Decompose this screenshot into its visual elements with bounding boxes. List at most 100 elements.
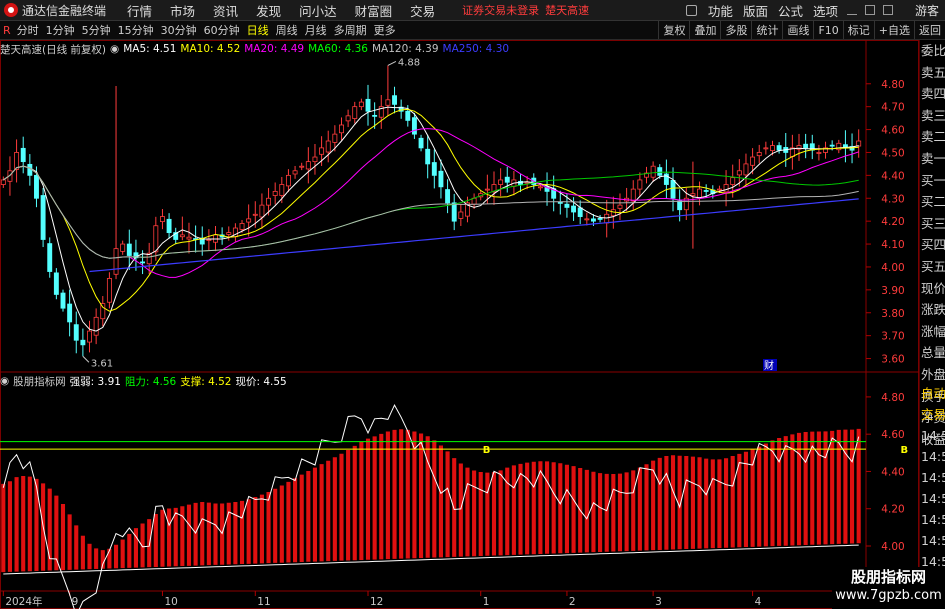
sidebar-item-0[interactable]: 委比: [920, 40, 945, 62]
tool-button-6[interactable]: 标记: [842, 21, 874, 39]
x-tick-label-0: 2024年: [5, 595, 42, 608]
menu-right-item-3[interactable]: 选项: [813, 1, 838, 20]
period-tab-7[interactable]: 周线: [276, 22, 298, 38]
period-toolbar: R 分时 1分钟 5分钟 15分钟 30分钟 60分钟 日线 周线 月线 多周期 更多 复权 叠加 多股…: [0, 21, 945, 40]
sidebar-item-13[interactable]: 涨幅: [920, 321, 945, 343]
sidebar-item-4[interactable]: 卖二: [920, 126, 945, 148]
tool-button-7[interactable]: +自选: [873, 21, 914, 39]
candle-body-84: [557, 201, 563, 204]
sidebar-item-1[interactable]: 卖五: [920, 62, 945, 84]
candle-body-81: [537, 186, 543, 189]
sidebar-item-12[interactable]: 涨跌: [920, 299, 945, 321]
menu-right-item-1[interactable]: 版面: [743, 1, 768, 20]
restore-marker[interactable]: R: [3, 24, 11, 37]
tool-button-5[interactable]: F10: [813, 21, 842, 39]
ma-label-0: MA5: 4.51: [123, 43, 177, 55]
candle-body-123: [816, 152, 822, 154]
sidebar-item-5[interactable]: 卖一: [920, 148, 945, 170]
sidebar-item-8[interactable]: 买三: [920, 213, 945, 235]
menu-right-item-2[interactable]: 公式: [778, 1, 803, 20]
candle-body-115: [763, 147, 769, 150]
low-label: 3.61: [91, 358, 113, 369]
candle-body-63: [418, 137, 424, 149]
sidebar2-item-0[interactable]: 自动: [920, 383, 945, 404]
sidebar-item-10[interactable]: 买五: [920, 256, 945, 278]
guest-label[interactable]: 游客: [915, 2, 939, 19]
period-tab-4[interactable]: 30分钟: [161, 22, 197, 38]
sidebar2-item-2[interactable]: 14:56: [920, 425, 945, 446]
ma-line-250: [89, 198, 859, 273]
sub-tick-label-2: 4.40: [881, 466, 904, 478]
indicator-dropdown-icon[interactable]: ◉: [0, 375, 9, 387]
tool-button-8[interactable]: 返回: [914, 21, 945, 39]
main-tick-label-3: 3.90: [881, 285, 904, 297]
sidebar-item-7[interactable]: 买二: [920, 191, 945, 213]
stock-name-red: 楚天高速: [545, 4, 590, 17]
candle-body-58: [385, 99, 391, 106]
sidebar-item-3[interactable]: 卖三: [920, 105, 945, 127]
candle-body-28: [186, 236, 192, 240]
period-tab-3[interactable]: 15分钟: [118, 22, 154, 38]
period-tab-10[interactable]: 更多: [374, 22, 396, 38]
sidebar-item-9[interactable]: 买四: [920, 234, 945, 256]
candle-body-3: [20, 147, 26, 163]
sidebar-item-6[interactable]: 买一: [920, 170, 945, 192]
menu-item-5[interactable]: 财富圈: [355, 1, 393, 20]
settings-icon[interactable]: ◉: [110, 43, 119, 55]
sub-tick-label-0: 4.00: [881, 541, 904, 553]
tool-button-4[interactable]: 画线: [782, 21, 813, 39]
login-warning[interactable]: 证券交易未登录: [462, 2, 539, 18]
menu-right-item-0[interactable]: 功能: [708, 1, 733, 20]
period-tab-2[interactable]: 5分钟: [82, 22, 111, 38]
main-tick-label-0: 3.60: [881, 354, 904, 366]
menu-item-2[interactable]: 资讯: [213, 1, 238, 20]
candle-body-104: [690, 193, 696, 196]
candle-body-88: [584, 218, 590, 221]
main-tick-label-4: 4.00: [881, 262, 904, 274]
period-tab-1[interactable]: 1分钟: [46, 22, 75, 38]
tool-button-0[interactable]: 复权: [658, 21, 689, 39]
candle-body-19: [126, 243, 132, 256]
close-icon[interactable]: [882, 5, 893, 15]
candle-body-66: [438, 170, 444, 188]
sidebar-item-2[interactable]: 卖四: [920, 83, 945, 105]
ma-line-5: [3, 106, 859, 332]
candle-body-69: [458, 211, 464, 219]
candle-body-109: [723, 184, 729, 193]
app-title: 通达信金融终端: [22, 3, 107, 18]
menu-item-4[interactable]: 问小达: [299, 1, 337, 20]
period-tab-8[interactable]: 月线: [305, 22, 327, 38]
sidebar-item-14[interactable]: 总量: [920, 342, 945, 364]
menu-item-1[interactable]: 市场: [170, 1, 195, 20]
tool-button-2[interactable]: 多股: [720, 21, 751, 39]
sidebar2-item-6[interactable]: 14:56: [920, 509, 945, 530]
main-tick-label-8: 4.40: [881, 170, 904, 182]
menu-item-3[interactable]: 发现: [256, 1, 281, 20]
sidebar2-item-1[interactable]: 交易: [920, 404, 945, 425]
ma-label-5: MA250: 4.30: [442, 43, 510, 55]
kline-chart[interactable]: 3.60 3.70 3.80 3.90 4.00 4.10 4.20 4.30 4.40 4.50…: [0, 40, 919, 609]
record-icon[interactable]: [685, 4, 697, 16]
menu-item-6[interactable]: 交易: [410, 1, 435, 20]
period-tab-5[interactable]: 60分钟: [204, 22, 240, 38]
menu-item-0[interactable]: 行情: [127, 1, 152, 20]
candle-body-117: [776, 145, 782, 151]
tool-button-3[interactable]: 统计: [751, 21, 782, 39]
sidebar2-item-4[interactable]: 14:56: [920, 467, 945, 488]
sidebar2-item-3[interactable]: 14:56: [920, 446, 945, 467]
candle-body-23: [153, 225, 159, 253]
candle-body-24: [159, 216, 165, 223]
sidebar2-item-7[interactable]: 14:56: [920, 530, 945, 551]
fin-label: 财: [764, 359, 774, 372]
minimize-icon[interactable]: [846, 5, 857, 15]
maximize-icon[interactable]: [864, 5, 875, 15]
period-tab-0[interactable]: 分时: [17, 22, 39, 38]
period-tab-9[interactable]: 多周期: [334, 22, 367, 38]
sidebar-item-11[interactable]: 现价: [920, 278, 945, 300]
tool-button-1[interactable]: 叠加: [689, 21, 720, 39]
sidebar2-item-5[interactable]: 14:56: [920, 488, 945, 509]
candle-body-37: [246, 218, 252, 223]
period-tab-6[interactable]: 日线: [247, 22, 269, 38]
x-tick-label-7: 3: [655, 596, 662, 608]
ma-label-3: MA60: 4.36: [308, 43, 368, 55]
